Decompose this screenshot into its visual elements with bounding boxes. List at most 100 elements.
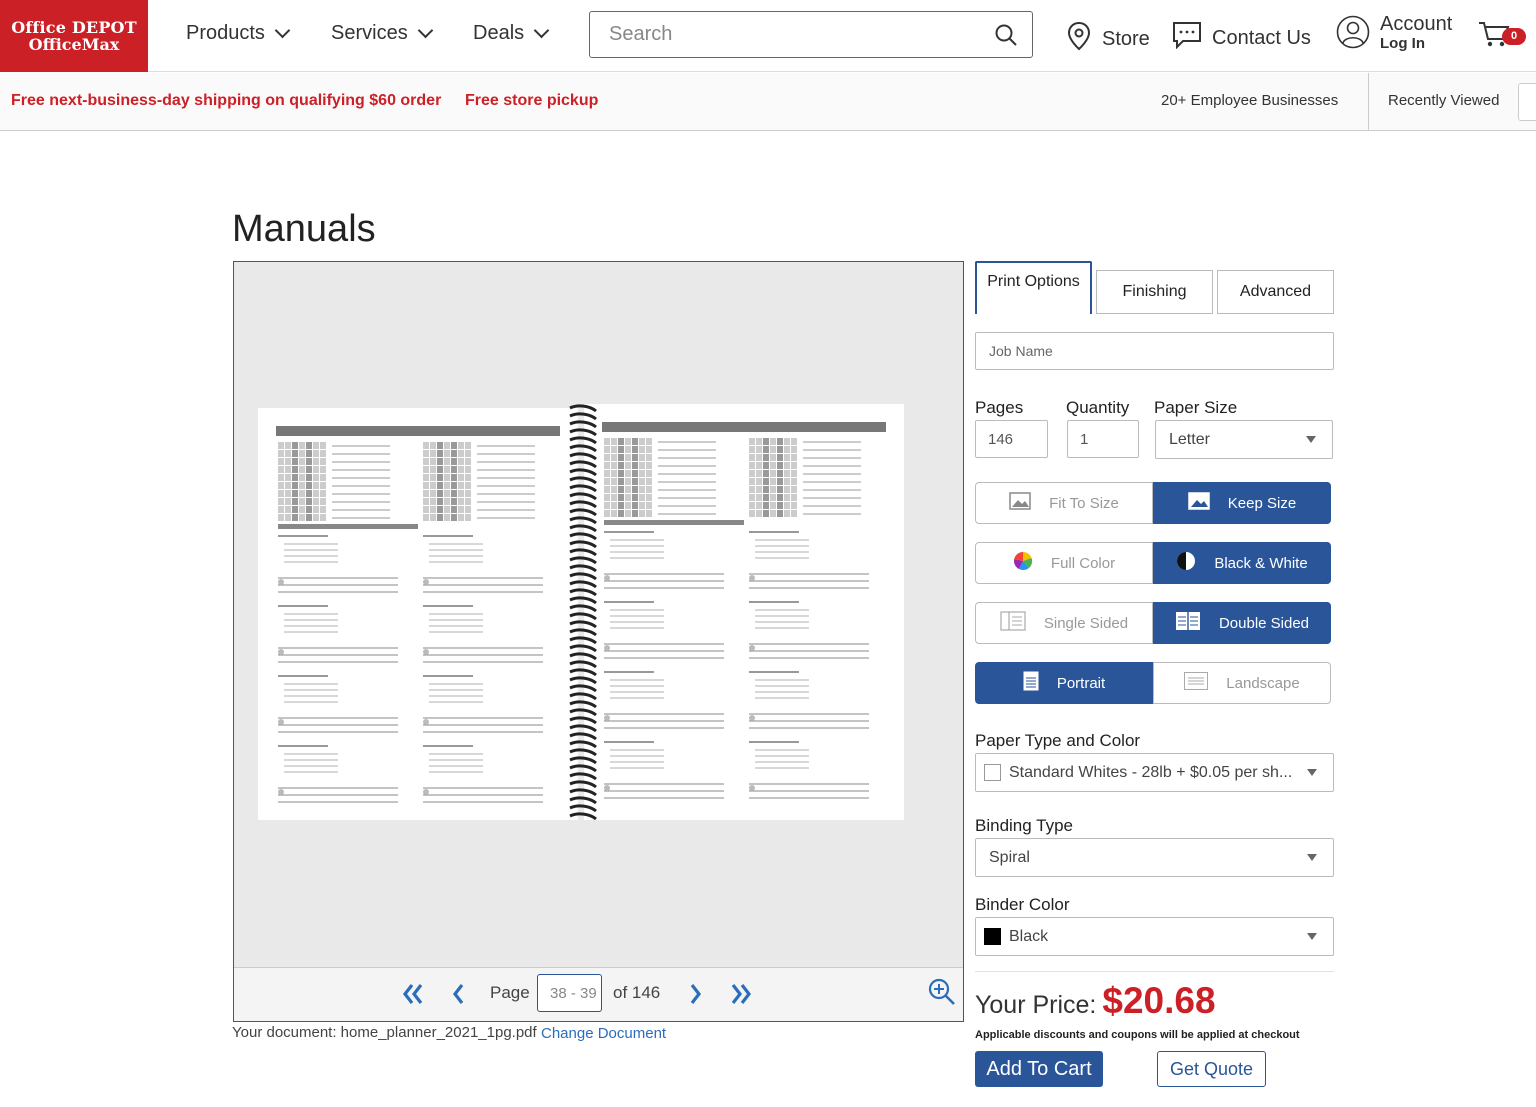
habit-grid-cell — [639, 470, 645, 477]
habit-grid-cell — [285, 514, 291, 521]
landscape-option[interactable]: Landscape — [1153, 662, 1331, 704]
habit-grid-cell — [611, 470, 617, 477]
nav-deals-label: Deals — [473, 22, 525, 44]
color-toggle: Full Color Black & White — [975, 542, 1331, 584]
fit-to-size-option[interactable]: Fit To Size — [975, 482, 1153, 524]
search-icon[interactable] — [994, 23, 1018, 52]
habit-grid-cell — [749, 478, 755, 485]
habit-grid-cell — [770, 454, 776, 461]
store-link[interactable]: Store — [1066, 21, 1150, 57]
habit-grid-cell — [423, 474, 429, 481]
contact-us-link[interactable]: Contact Us — [1172, 21, 1311, 55]
habit-grid-cell — [430, 450, 436, 457]
portrait-option[interactable]: Portrait — [975, 662, 1153, 704]
habit-grid-cell — [625, 454, 631, 461]
habit-grid-cell — [299, 514, 305, 521]
logo-line-2: OfficeMax — [28, 35, 120, 54]
habit-grid-cell — [465, 474, 471, 481]
change-document-link[interactable]: Change Document — [541, 1025, 666, 1042]
habit-grid-cell — [625, 502, 631, 509]
employee-businesses-link[interactable]: 20+ Employee Businesses — [1161, 92, 1338, 109]
habit-grid-cell — [777, 470, 783, 477]
recently-viewed-thumbnail[interactable] — [1518, 83, 1536, 121]
keep-size-option[interactable]: Keep Size — [1153, 482, 1331, 524]
habit-grid-cell — [451, 498, 457, 505]
get-quote-button[interactable]: Get Quote — [1157, 1051, 1266, 1087]
login-label: Log In — [1380, 35, 1425, 52]
habit-grid-cell — [285, 466, 291, 473]
binder-color-select[interactable]: Black — [975, 917, 1334, 956]
habit-grid-cell — [306, 506, 312, 513]
binding-type-select[interactable]: Spiral — [975, 838, 1334, 877]
habit-grid-cell — [292, 450, 298, 457]
page-number-input[interactable] — [537, 974, 602, 1012]
habit-grid-cell — [646, 470, 652, 477]
habit-grid-cell — [437, 490, 443, 497]
section-bar — [278, 524, 418, 529]
free-pickup-link[interactable]: Free store pickup — [465, 92, 598, 110]
last-page-icon[interactable] — [730, 982, 752, 1011]
habit-grid-cell — [465, 506, 471, 513]
habit-grid-cell — [423, 458, 429, 465]
habit-grid-cell — [604, 510, 610, 517]
job-name-input[interactable] — [975, 332, 1334, 370]
habit-grid-cell — [763, 502, 769, 509]
tab-finishing[interactable]: Finishing — [1096, 270, 1213, 314]
habit-grid-cell — [306, 482, 312, 489]
paper-size-value: Letter — [1169, 430, 1210, 448]
habit-grid-cell — [639, 502, 645, 509]
habit-grid-cell — [430, 442, 436, 449]
tab-advanced[interactable]: Advanced — [1217, 270, 1334, 314]
previous-page-icon[interactable] — [451, 982, 465, 1011]
full-color-option[interactable]: Full Color — [975, 542, 1153, 584]
habit-grid-cell — [791, 438, 797, 445]
pages-input[interactable] — [975, 420, 1048, 458]
office-depot-logo[interactable]: Office DEPOT OfficeMax — [0, 0, 148, 72]
habit-grid-cell — [444, 458, 450, 465]
paper-size-select[interactable]: Letter — [1155, 420, 1333, 459]
habit-grid-cell — [423, 466, 429, 473]
quantity-input[interactable] — [1067, 420, 1139, 458]
habit-grid-cell — [444, 442, 450, 449]
habit-grid-cell — [285, 442, 291, 449]
habit-grid-cell — [763, 462, 769, 469]
tab-print-options[interactable]: Print Options — [975, 261, 1092, 314]
page-total-label: of 146 — [613, 983, 661, 1002]
habit-grid-cell — [625, 494, 631, 501]
habit-grid-cell — [639, 462, 645, 469]
account-link[interactable]: Account Log In — [1336, 14, 1452, 54]
double-sided-option[interactable]: Double Sided — [1153, 602, 1331, 644]
black-white-option[interactable]: Black & White — [1153, 542, 1331, 584]
full-color-label: Full Color — [1050, 554, 1116, 572]
habit-grid-cell — [618, 438, 624, 445]
recently-viewed-link[interactable]: Recently Viewed — [1388, 92, 1499, 109]
checkbox-dot — [278, 789, 284, 795]
nav-deals[interactable]: Deals — [473, 22, 550, 45]
habit-grid-cell — [458, 482, 464, 489]
habit-grid-cell — [632, 470, 638, 477]
single-sided-option[interactable]: Single Sided — [975, 602, 1153, 644]
cart-button[interactable]: 0 — [1478, 20, 1526, 53]
habit-grid-cell — [451, 482, 457, 489]
habit-grid-cell — [749, 494, 755, 501]
add-to-cart-button[interactable]: Add To Cart — [975, 1051, 1103, 1087]
next-page-icon[interactable] — [689, 982, 703, 1011]
habit-grid-cell — [292, 482, 298, 489]
habit-grid-cell — [756, 462, 762, 469]
habit-grid-cell — [763, 494, 769, 501]
document-filename: Your document: home_planner_2021_1pg.pdf — [232, 1024, 537, 1041]
habit-grid-cell — [618, 470, 624, 477]
first-page-icon[interactable] — [402, 982, 424, 1011]
search-input[interactable] — [609, 23, 989, 46]
habit-grid-cell — [770, 510, 776, 517]
habit-grid-cell — [784, 462, 790, 469]
paper-type-select[interactable]: Standard Whites - 28lb + $0.05 per sh... — [975, 753, 1334, 792]
habit-grid-cell — [423, 490, 429, 497]
habit-grid-cell — [278, 442, 284, 449]
zoom-in-icon[interactable] — [928, 978, 956, 1011]
habit-grid-cell — [306, 474, 312, 481]
free-shipping-link[interactable]: Free next-business-day shipping on quali… — [11, 92, 441, 110]
nav-services[interactable]: Services — [331, 22, 433, 45]
nav-products[interactable]: Products — [186, 22, 291, 45]
habit-grid-cell — [791, 510, 797, 517]
